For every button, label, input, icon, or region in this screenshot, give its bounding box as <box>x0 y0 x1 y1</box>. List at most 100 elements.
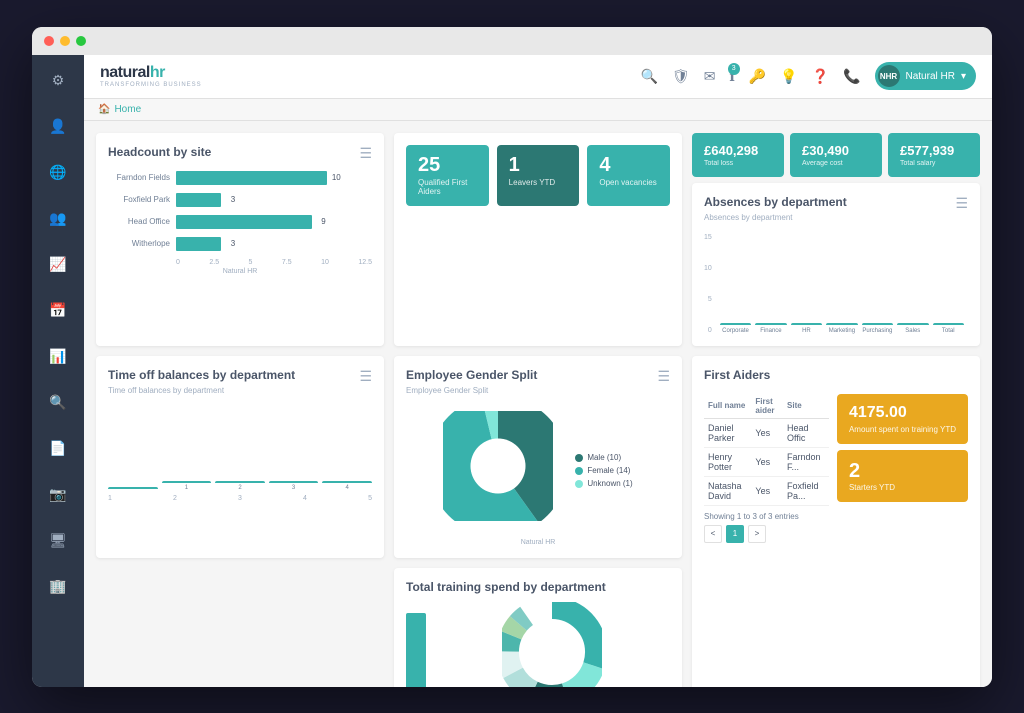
firstaiders-table: Full name First aider Site Daniel Parker… <box>704 394 829 506</box>
col-fullname: Full name <box>704 394 751 419</box>
bar-value: 9 <box>321 217 325 226</box>
abs-col-label: Total <box>942 328 955 334</box>
headcount-card: Headcount by site ☰ Farndon Fields 10 Fo… <box>96 133 384 346</box>
timeoff-col <box>108 487 158 491</box>
starters-value: 2 <box>849 460 956 483</box>
sidebar-item-camera[interactable]: 📷 <box>44 481 72 509</box>
minimize-dot[interactable] <box>60 36 70 46</box>
sidebar-item-org[interactable]: 🏢 <box>44 573 72 601</box>
abs-bar <box>897 323 928 325</box>
chevron-down-icon: ▾ <box>961 71 966 82</box>
gender-pie-svg <box>443 411 553 521</box>
bulb-icon[interactable]: 💡 <box>780 68 797 85</box>
timeoff-col: 1 <box>162 481 212 491</box>
table-row: Daniel Parker Yes Head Offic <box>704 418 829 447</box>
app-window: ⚙ 👤 🌐 👥 📈 📅 📊 🔍 📄 📷 🖥 🏢 naturalhr TRANSF <box>32 27 992 687</box>
shield-icon[interactable]: 🛡 <box>672 68 690 85</box>
page-1-btn[interactable]: 1 <box>726 525 744 543</box>
search-icon[interactable]: 🔍 <box>640 68 657 85</box>
to-label: 4 <box>346 485 349 491</box>
gender-subtitle: Employee Gender Split <box>406 386 537 395</box>
bar-label: Farndon Fields <box>108 173 170 182</box>
bar-row: Head Office 9 <box>108 215 372 229</box>
sidebar-item-calendar[interactable]: 📅 <box>44 297 72 325</box>
abs-col: Total <box>933 323 964 334</box>
legend-male: Male (10) <box>575 453 632 462</box>
abs-col: Purchasing <box>862 323 893 334</box>
kpi-total-salary: £577,939 Total salary <box>888 133 980 177</box>
logo: naturalhr TRANSFORMING BUSINESS <box>100 64 202 88</box>
training-pie <box>502 602 602 687</box>
sidebar-item-search[interactable]: 🔍 <box>44 389 72 417</box>
kpi-boxes: £640,298 Total loss £30,490 Average cost… <box>692 133 980 177</box>
abs-col-label: Corporate <box>722 328 749 334</box>
absences-menu-icon[interactable]: ☰ <box>955 195 968 212</box>
abs-col: HR <box>791 323 822 334</box>
info-icon[interactable]: ℹ 3 <box>729 68 734 85</box>
kpi-total-loss: £640,298 Total loss <box>692 133 784 177</box>
kpi-loss-value: £640,298 <box>704 143 772 158</box>
gender-menu-icon[interactable]: ☰ <box>657 368 670 385</box>
timeoff-menu-icon[interactable]: ☰ <box>359 368 372 385</box>
abs-col: Sales <box>897 323 928 334</box>
abs-bar <box>862 323 893 325</box>
sidebar-item-settings[interactable]: ⚙ <box>44 67 72 95</box>
abs-col: Marketing <box>826 323 857 334</box>
logo-text: naturalhr <box>100 64 202 82</box>
bar-label: Head Office <box>108 217 170 226</box>
kpi-avgcost-label: Average cost <box>802 160 870 167</box>
question-icon[interactable]: ❓ <box>812 68 829 85</box>
sidebar-item-chart[interactable]: 📈 <box>44 251 72 279</box>
gender-axis-label: Natural HR <box>406 539 670 546</box>
kpi-salary-value: £577,939 <box>900 143 968 158</box>
qualified-label: Qualified First Aiders <box>418 178 477 196</box>
sidebar-item-globe[interactable]: 🌐 <box>44 159 72 187</box>
bar-value: 3 <box>231 195 235 204</box>
top-nav: naturalhr TRANSFORMING BUSINESS 🔍 🛡 ✉ ℹ … <box>84 55 992 99</box>
to-bar <box>162 481 212 483</box>
abs-bar <box>826 323 857 325</box>
bar-label: Witherlope <box>108 239 170 248</box>
timeoff-bars: 1 2 3 4 <box>108 411 372 491</box>
to-bar <box>108 487 158 489</box>
sidebar-item-bar-chart[interactable]: 📊 <box>44 343 72 371</box>
mail-icon[interactable]: ✉ <box>704 68 716 85</box>
pie-legend: Male (10) Female (14) Unknown (1) <box>575 453 632 488</box>
leavers-ytd-box: 1 Leavers YTD <box>497 145 580 206</box>
main-content: naturalhr TRANSFORMING BUSINESS 🔍 🛡 ✉ ℹ … <box>84 55 992 687</box>
female-dot <box>575 467 583 475</box>
table-row: Henry Potter Yes Farndon F... <box>704 447 829 476</box>
maximize-dot[interactable] <box>76 36 86 46</box>
training-amount-box: 4175.00 Amount spent on training YTD <box>837 394 968 444</box>
close-dot[interactable] <box>44 36 54 46</box>
bar: 3 <box>176 237 221 251</box>
bar-row: Foxfield Park 3 <box>108 193 372 207</box>
sidebar-item-document[interactable]: 📄 <box>44 435 72 463</box>
user-menu[interactable]: NHR Natural HR ▾ <box>875 62 977 90</box>
sidebar-item-profile[interactable]: 👤 <box>44 113 72 141</box>
kpi-avgcost-value: £30,490 <box>802 143 870 158</box>
abs-bar <box>791 323 822 325</box>
abs-bar <box>720 323 751 325</box>
abs-bar <box>755 323 786 325</box>
abs-col-label: HR <box>802 328 811 334</box>
abs-bars: Corporate Finance HR Marketing Purchasin… <box>716 254 968 334</box>
leavers-value: 1 <box>509 155 568 175</box>
qualified-first-aiders-box: 25 Qualified First Aiders <box>406 145 489 206</box>
timeoff-col: 4 <box>322 481 372 491</box>
bar-row: Farndon Fields 10 <box>108 171 372 185</box>
phone-icon[interactable]: 📞 <box>843 68 860 85</box>
headcount-menu-icon[interactable]: ☰ <box>359 145 372 162</box>
firstaiders-card: First Aiders Full name First aider Site <box>692 356 980 687</box>
next-page-btn[interactable]: > <box>748 525 766 543</box>
timeoff-title: Time off balances by department <box>108 368 295 382</box>
training-main-bar <box>406 613 426 687</box>
home-icon: 🏠 <box>98 104 110 115</box>
training-amount-label: Amount spent on training YTD <box>849 425 956 434</box>
prev-page-btn[interactable]: < <box>704 525 722 543</box>
key-icon[interactable]: 🔑 <box>749 68 766 85</box>
abs-col-label: Sales <box>905 328 920 334</box>
sidebar-item-users[interactable]: 👥 <box>44 205 72 233</box>
sidebar-item-monitor[interactable]: 🖥 <box>44 527 72 555</box>
notification-badge: 3 <box>728 63 740 75</box>
